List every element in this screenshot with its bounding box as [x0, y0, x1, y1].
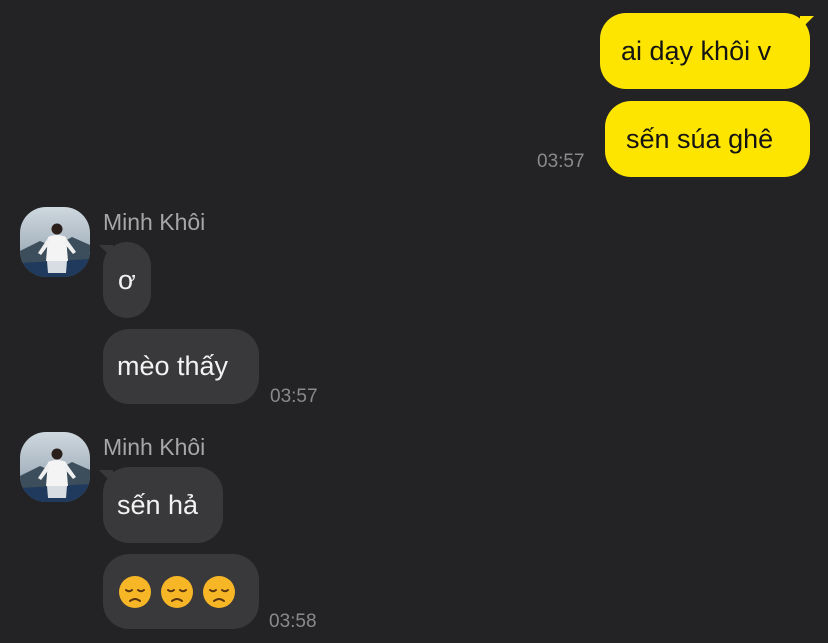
sender-name: Minh Khôi	[103, 209, 206, 235]
sender-name: Minh Khôi	[103, 434, 206, 460]
outgoing-message[interactable]: ai dạy khôi v	[600, 13, 810, 89]
avatar[interactable]	[20, 432, 90, 502]
emoji-row	[118, 575, 236, 609]
incoming-message[interactable]: sến hả	[103, 467, 223, 543]
message-text: sến súa ghê	[626, 123, 774, 154]
chat-view: ai dạy khôi v sến súa ghê 03:57 Minh Khô…	[0, 0, 828, 643]
message-timestamp: 03:58	[269, 611, 317, 632]
outgoing-message[interactable]: sến súa ghê	[605, 101, 810, 177]
incoming-emoji-message[interactable]	[103, 554, 259, 629]
message-text: ai dạy khôi v	[621, 35, 772, 66]
avatar[interactable]	[20, 207, 90, 277]
message-text: sến hả	[117, 489, 199, 520]
message-timestamp: 03:57	[270, 386, 318, 407]
disappointed-face-icon	[161, 575, 193, 608]
message-text: ơ	[118, 264, 136, 295]
incoming-message[interactable]: mèo thấy	[103, 329, 259, 404]
message-timestamp: 03:57	[537, 151, 585, 172]
incoming-message[interactable]: ơ	[103, 242, 151, 318]
avatar-photo	[20, 432, 90, 502]
disappointed-face-icon	[203, 575, 235, 608]
avatar-photo	[20, 207, 90, 277]
disappointed-face-icon	[119, 575, 151, 608]
message-text: mèo thấy	[117, 351, 229, 381]
